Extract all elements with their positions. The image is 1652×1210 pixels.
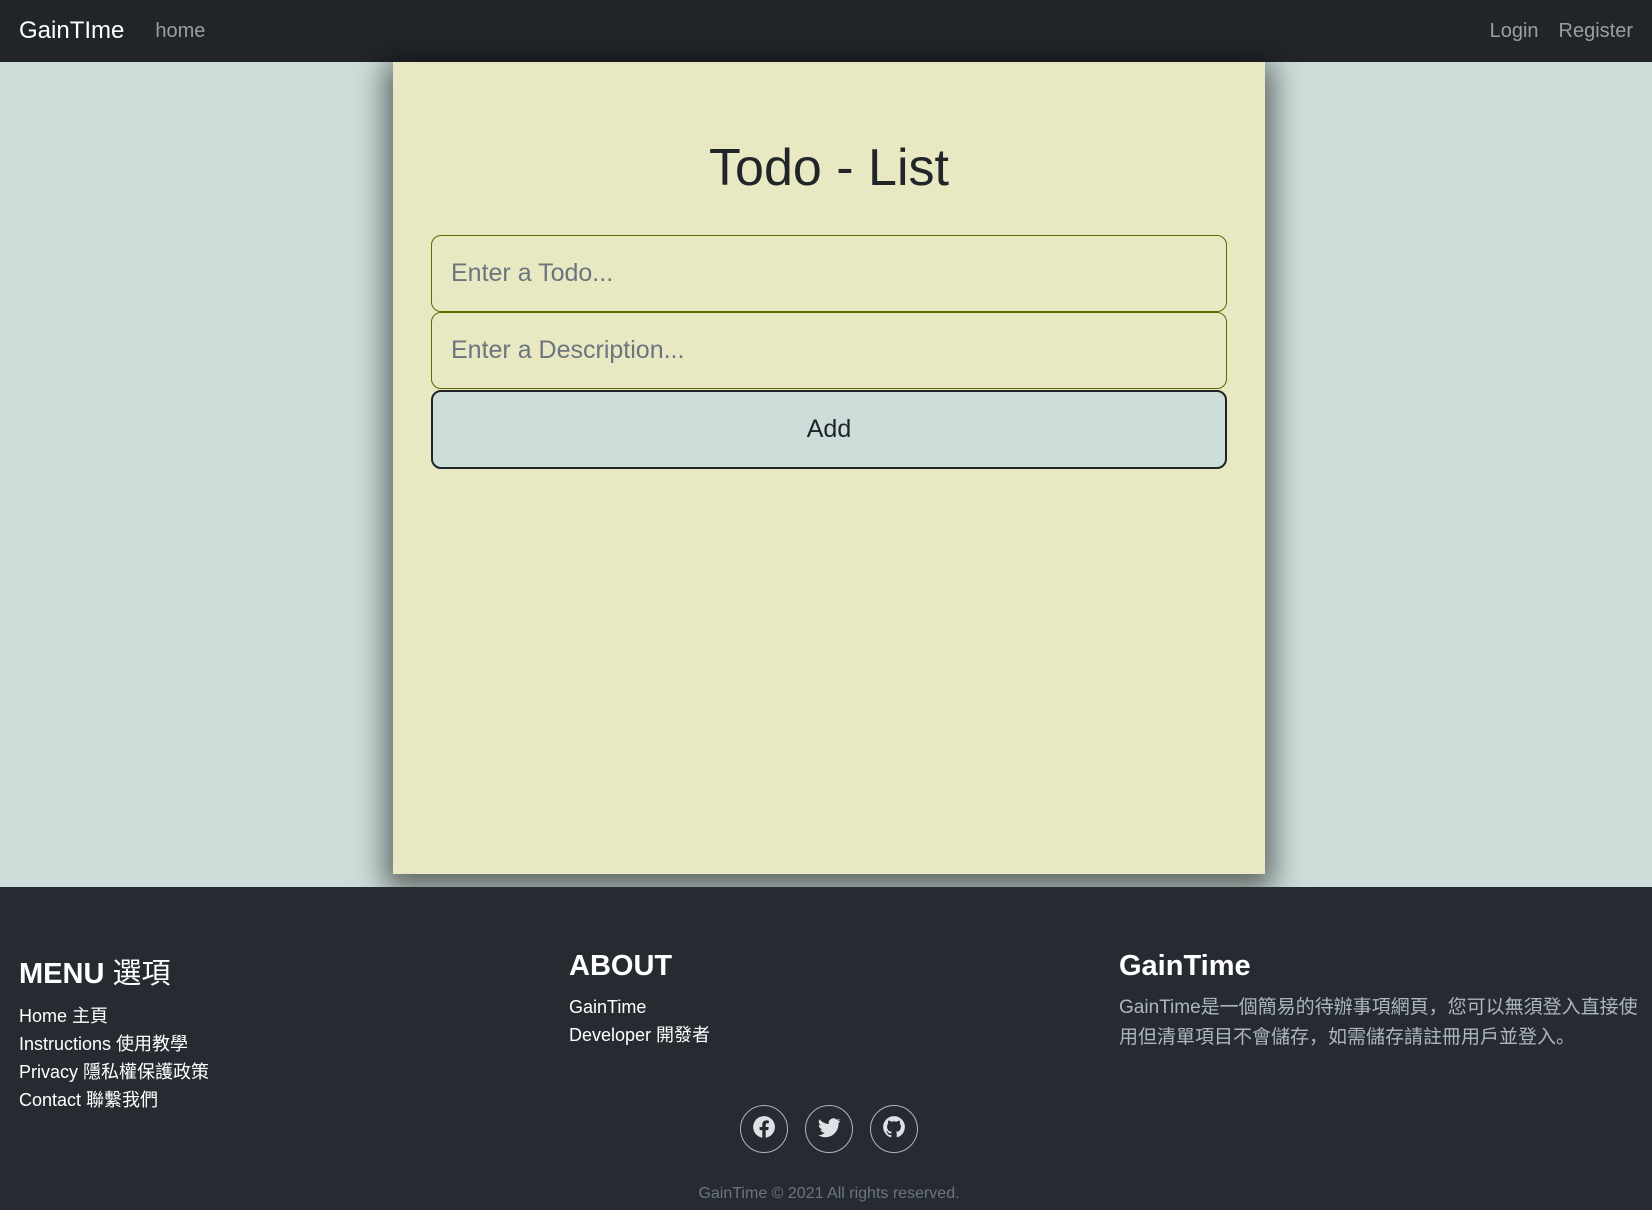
top-navbar: GainTIme home Login Register (0, 0, 1652, 62)
footer-link-instructions[interactable]: Instructions 使用教學 (19, 1030, 209, 1058)
footer-brand-heading: GainTime (1119, 950, 1251, 982)
todo-input[interactable] (431, 235, 1227, 312)
main-area: Todo - List Add (0, 62, 1652, 887)
footer-link-developer[interactable]: Developer 開發者 (569, 1021, 710, 1049)
copyright-text: GainTime © 2021 All rights reserved. (698, 1185, 960, 1202)
twitter-icon (816, 1114, 842, 1145)
todo-title: Todo - List (709, 139, 949, 197)
facebook-icon (751, 1114, 777, 1145)
facebook-link[interactable] (740, 1105, 788, 1153)
navbar-brand[interactable]: GainTIme (19, 17, 124, 45)
footer-menu-column: MENU 選項 Home 主頁 Instructions 使用教學 Privac… (19, 950, 209, 1114)
nav-register-link[interactable]: Register (1559, 20, 1633, 43)
add-button[interactable]: Add (431, 390, 1227, 469)
footer-brand-column: GainTime GainTime是一個簡易的待辦事項網頁，您可以無須登入直接使… (1119, 950, 1639, 1053)
footer-about-column: ABOUT GainTime Developer 開發者 (569, 950, 710, 1049)
description-input[interactable] (431, 312, 1227, 389)
todo-card: Todo - List Add (393, 62, 1265, 874)
footer-link-home[interactable]: Home 主頁 (19, 1002, 209, 1030)
site-footer: MENU 選項 Home 主頁 Instructions 使用教學 Privac… (0, 887, 1652, 1210)
nav-auth-links: Login Register (1490, 20, 1633, 43)
footer-brand-description: GainTime是一個簡易的待辦事項網頁，您可以無須登入直接使用但清單項目不會儲… (1119, 997, 1638, 1048)
github-icon (881, 1114, 907, 1145)
footer-link-gaintime[interactable]: GainTime (569, 993, 710, 1021)
footer-menu-heading: MENU 選項 (19, 958, 171, 990)
nav-login-link[interactable]: Login (1490, 20, 1539, 43)
social-links (740, 1105, 918, 1153)
twitter-link[interactable] (805, 1105, 853, 1153)
github-link[interactable] (870, 1105, 918, 1153)
footer-link-contact[interactable]: Contact 聯繫我們 (19, 1086, 209, 1114)
footer-about-heading: ABOUT (569, 950, 673, 982)
nav-home-link[interactable]: home (155, 20, 205, 43)
footer-link-privacy[interactable]: Privacy 隱私權保護政策 (19, 1058, 209, 1086)
